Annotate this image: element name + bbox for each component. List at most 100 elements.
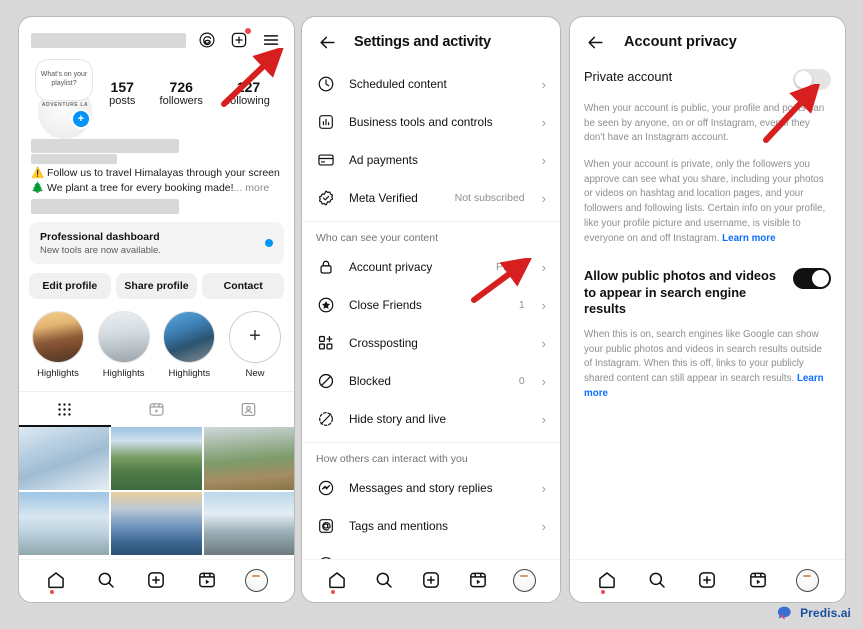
settings-item-close-friends[interactable]: Close Friends 1 › [302, 286, 560, 324]
highlight-thumb[interactable] [32, 310, 84, 363]
private-account-description-2: When your account is private, only the f… [584, 159, 826, 244]
highlight-item[interactable]: Highlights [160, 310, 218, 379]
chart-icon [316, 112, 336, 132]
highlight-item[interactable]: Highlights [29, 310, 87, 379]
crossposting-icon [316, 333, 336, 353]
post-thumbnail[interactable] [203, 491, 294, 555]
tab-tagged[interactable] [202, 392, 294, 427]
post-thumbnail[interactable] [111, 426, 202, 490]
tab-reels[interactable] [111, 392, 203, 427]
settings-item-label: Hide story and live [349, 412, 447, 426]
new-post-icon[interactable] [228, 28, 251, 51]
reels-icon[interactable] [195, 568, 219, 592]
post-thumbnail[interactable] [203, 426, 294, 490]
settings-item-messages-and-story-replies[interactable]: Messages and story replies › [302, 469, 560, 507]
card-icon [316, 150, 336, 170]
chevron-right-icon: › [541, 297, 546, 313]
settings-item-value: 0 [518, 375, 525, 387]
settings-item-label: Meta Verified [349, 191, 418, 205]
stat-posts-value: 157 [110, 79, 134, 95]
lock-icon [316, 257, 336, 277]
home-icon[interactable] [595, 568, 619, 594]
share-profile-button[interactable]: Share profile [115, 272, 198, 299]
reels-icon[interactable] [466, 568, 490, 592]
bottom-navbar [19, 559, 294, 602]
blocked-icon [316, 371, 336, 391]
settings-item-business-tools[interactable]: Business tools and controls › [302, 103, 560, 141]
contact-button[interactable]: Contact [202, 272, 285, 299]
settings-item-label: Crossposting [349, 336, 418, 350]
stat-posts[interactable]: 157 posts [109, 79, 135, 107]
settings-item-tags-and-mentions[interactable]: Tags and mentions › [302, 507, 560, 545]
search-icon[interactable] [645, 568, 669, 592]
avatar-note-bubble[interactable]: What's on your playlist? [35, 59, 93, 101]
private-account-toggle[interactable] [793, 69, 831, 90]
back-icon[interactable] [316, 31, 338, 53]
stat-following[interactable]: 127 following [227, 79, 270, 107]
settings-item-label: Comments [349, 557, 529, 559]
chevron-right-icon: › [541, 152, 546, 168]
predis-logo-icon [777, 606, 791, 620]
menu-icon[interactable] [260, 29, 282, 51]
private-account-label: Private account [584, 69, 673, 84]
profile-avatar[interactable] [513, 568, 537, 592]
threads-icon[interactable] [196, 29, 218, 51]
tab-grid[interactable] [19, 392, 111, 427]
profile-avatar[interactable] [796, 568, 820, 592]
learn-more-link[interactable]: Learn more [722, 233, 775, 244]
messenger-icon [316, 478, 336, 498]
highlight-thumb[interactable] [163, 310, 216, 363]
search-icon[interactable] [94, 568, 118, 592]
settings-item-meta-verified[interactable]: Meta Verified Not subscribed › [302, 179, 560, 217]
stat-following-value: 127 [236, 79, 261, 95]
verified-icon [316, 188, 336, 208]
settings-item-ad-payments[interactable]: Ad payments › [302, 141, 560, 179]
avatar-label: ADVENTURE LA [41, 102, 89, 108]
star-icon [316, 295, 336, 315]
highlight-thumb[interactable] [97, 310, 150, 363]
dashboard-title: Professional dashboard [40, 231, 160, 244]
professional-dashboard-card[interactable]: Professional dashboard New tools are now… [29, 222, 284, 264]
profile-stats-row: What's on your playlist? ADVENTURE LA + … [19, 57, 294, 139]
search-engine-toggle[interactable] [793, 268, 831, 290]
settings-item-crossposting[interactable]: Crossposting › [302, 324, 560, 362]
stat-followers[interactable]: 726 followers [160, 79, 203, 107]
reels-icon[interactable] [746, 568, 770, 592]
home-icon[interactable] [325, 568, 349, 594]
bio-more-link[interactable]: ... more [234, 182, 270, 194]
chevron-right-icon: › [541, 335, 546, 351]
settings-item-label: Messages and story replies [349, 481, 493, 495]
post-thumbnail[interactable] [19, 426, 110, 490]
notification-dot [245, 28, 251, 34]
create-icon[interactable] [144, 568, 168, 592]
plus-icon[interactable]: + [228, 310, 281, 363]
profile-header [19, 17, 294, 57]
settings-item-blocked[interactable]: Blocked 0 › [302, 362, 560, 400]
settings-item-comments[interactable]: Comments › [302, 545, 560, 559]
settings-item-account-privacy[interactable]: Account privacy Public › [302, 248, 560, 286]
profile-avatar[interactable] [245, 568, 269, 592]
settings-item-hide-story-and-live[interactable]: Hide story and live › [302, 400, 560, 438]
account-privacy-title: Account privacy [624, 34, 737, 50]
back-icon[interactable] [584, 31, 606, 53]
home-icon[interactable] [44, 568, 68, 594]
new-highlight-item[interactable]: + New [226, 310, 284, 379]
avatar[interactable]: What's on your playlist? ADVENTURE LA + [31, 59, 97, 139]
profile-tabs [19, 390, 294, 427]
settings-item-scheduled-content[interactable]: Scheduled content › [302, 65, 560, 103]
home-notification-dot [331, 590, 336, 594]
post-thumbnail[interactable] [19, 491, 110, 555]
create-icon[interactable] [695, 568, 719, 592]
search-icon[interactable] [372, 568, 396, 592]
create-icon[interactable] [419, 568, 443, 592]
settings-item-value: Not subscribed [454, 192, 525, 204]
settings-item-label: Ad payments [349, 153, 418, 167]
post-thumbnail[interactable] [111, 491, 202, 555]
toggle-knob [795, 71, 812, 88]
chevron-right-icon: › [541, 114, 546, 130]
search-engine-label: Allow public photos and videos to appear… [584, 268, 776, 317]
add-story-button[interactable]: + [71, 109, 91, 129]
edit-profile-button[interactable]: Edit profile [29, 272, 111, 299]
highlight-item[interactable]: Highlights [95, 310, 153, 379]
settings-item-label: Close Friends [349, 298, 422, 312]
